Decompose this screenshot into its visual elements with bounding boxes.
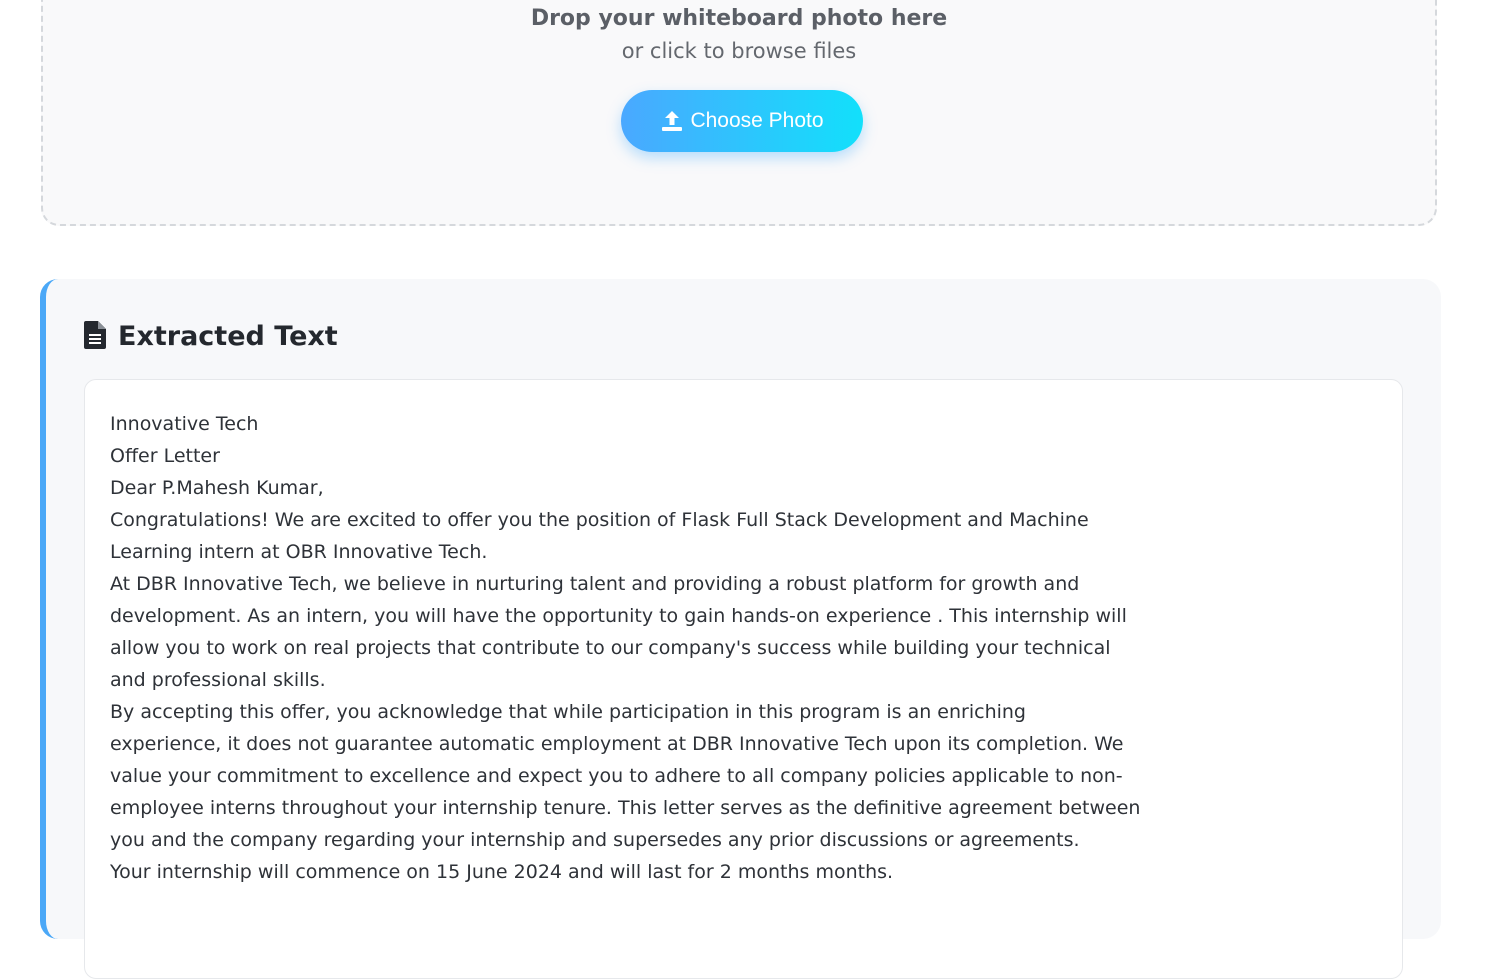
extracted-text-line: and professional skills. — [110, 669, 326, 691]
extracted-text-line: Dear P.Mahesh Kumar, — [110, 477, 324, 499]
extracted-text-line: you and the company regarding your inter… — [110, 829, 1080, 851]
extracted-text-line: value your commitment to excellence and … — [110, 765, 1123, 787]
extracted-text-line: Your internship will commence on 15 June… — [110, 861, 894, 883]
dropzone-subtitle: or click to browse files — [621, 39, 857, 63]
extracted-text-title: Extracted Text — [118, 321, 338, 352]
extracted-text-box[interactable]: Innovative Tech Offer Letter Dear P.Mahesh… — [84, 379, 1403, 979]
choose-photo-label: Choose Photo — [690, 109, 824, 132]
extracted-text-line: experience, it does not guarantee automa… — [110, 733, 1124, 755]
photo-dropzone[interactable]: Drop your whiteboard photo here or click… — [41, 0, 1437, 226]
extracted-text-line: Congratulations! We are excited to offer… — [110, 509, 1089, 531]
extracted-text-panel: Extracted Text Innovative Tech Offer Lett… — [40, 279, 1441, 979]
dropzone-title: Drop your whiteboard photo here — [530, 6, 948, 31]
extracted-text-header: Extracted Text — [84, 319, 338, 355]
extracted-text-line: Offer Letter — [110, 445, 220, 467]
extracted-text-line: By accepting this offer, you acknowledge… — [110, 701, 1026, 723]
extracted-text-line: At DBR Innovative Tech, we believe in nu… — [110, 573, 1080, 595]
extracted-text-line: Learning intern at OBR Innovative Tech. — [110, 541, 488, 563]
extracted-text-line: allow you to work on real projects that … — [110, 637, 1111, 659]
extracted-text-line: Innovative Tech — [110, 413, 259, 435]
file-text-icon — [84, 321, 106, 353]
choose-photo-button[interactable]: Choose Photo — [621, 90, 863, 152]
extracted-text-line: employee interns throughout your interns… — [110, 797, 1141, 819]
extracted-text-line: development. As an intern, you will have… — [110, 605, 1127, 627]
upload-icon — [660, 109, 684, 133]
